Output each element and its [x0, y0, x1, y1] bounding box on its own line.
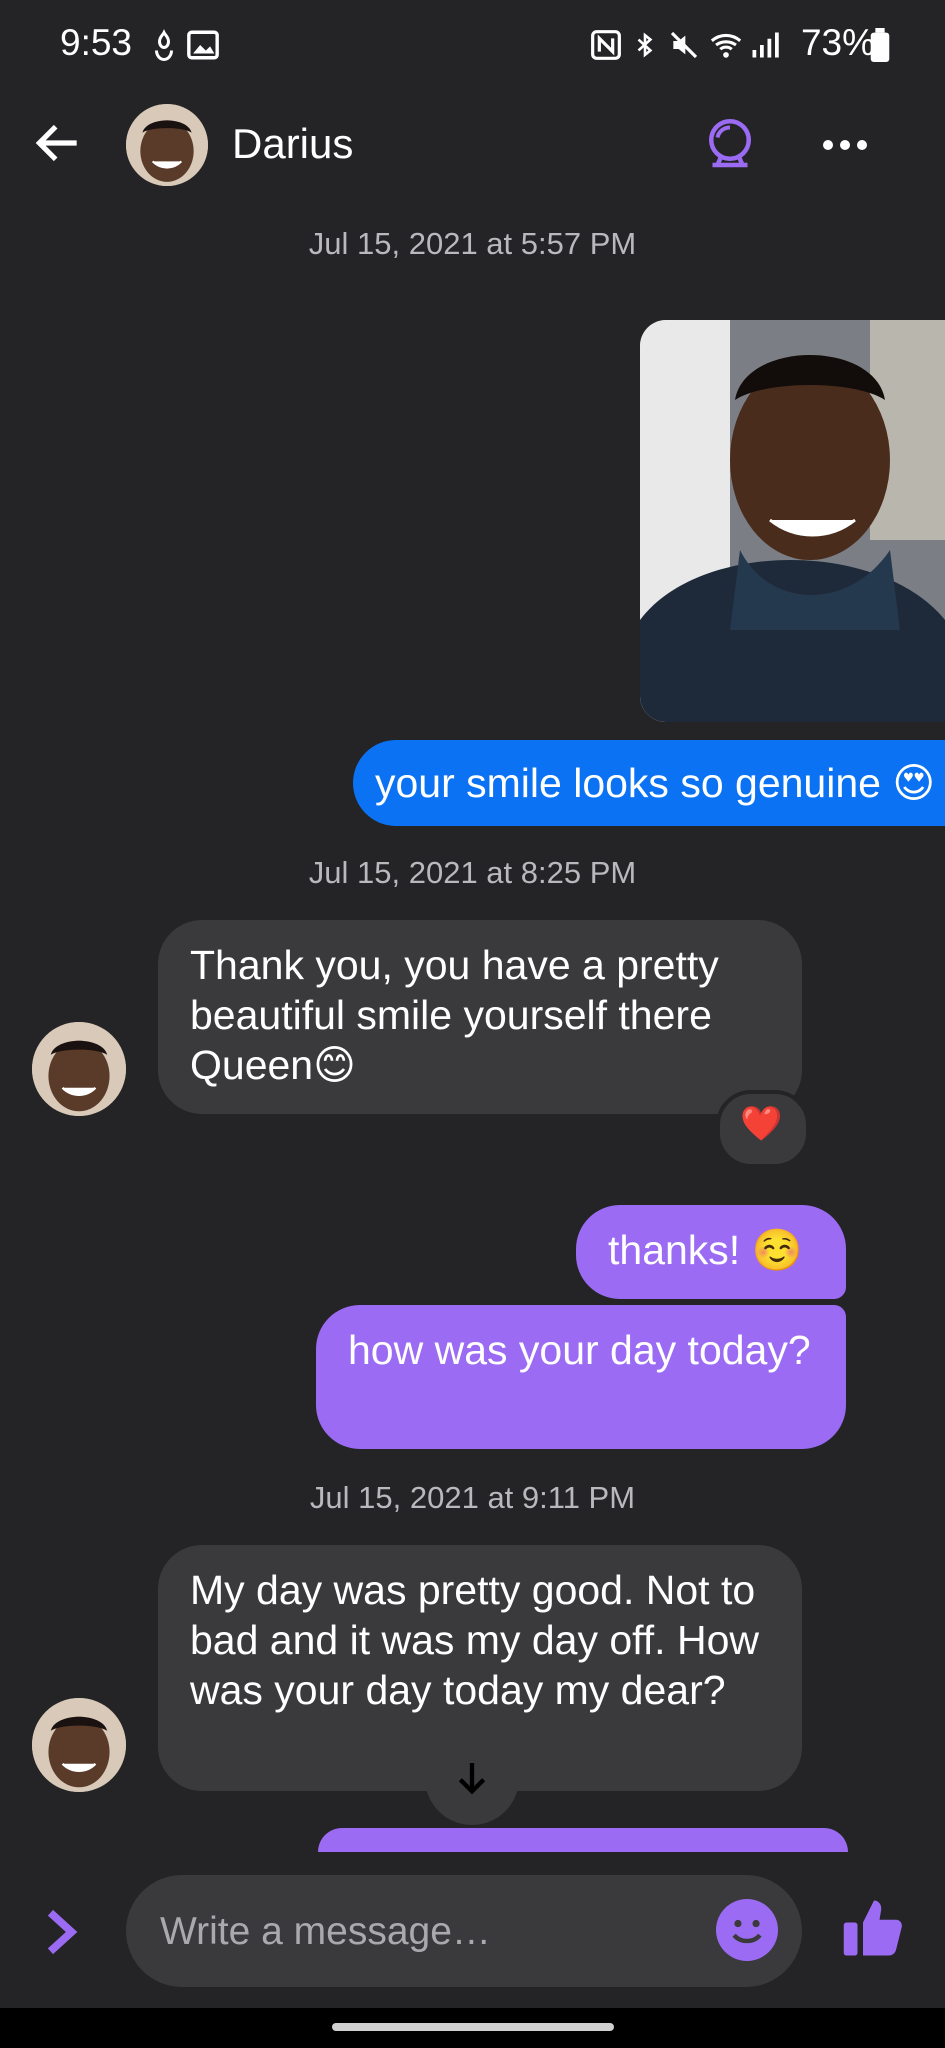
battery-percent: 73%: [800, 22, 875, 63]
sender-avatar[interactable]: [32, 1698, 126, 1792]
message-bubble-outgoing[interactable]: thanks! ☺️: [576, 1205, 846, 1299]
smiley-face: [732, 1919, 762, 1944]
message-bubble-incoming[interactable]: Thank you, you have a pretty beautiful s…: [158, 920, 802, 1114]
thumbs-up-icon[interactable]: [840, 1895, 908, 1961]
conversation-header: Darius: [0, 95, 945, 195]
wifi-icon: [710, 33, 742, 58]
avatar-photo: [32, 1022, 126, 1116]
avatar-photo: [126, 104, 208, 186]
heart-icon: ❤️: [740, 1105, 783, 1143]
arrow-left-icon[interactable]: [30, 115, 86, 171]
message-bubble-outgoing[interactable]: how was your day today?: [316, 1305, 846, 1449]
photo-image: [640, 320, 945, 722]
scroll-to-bottom-button[interactable]: [425, 1731, 519, 1825]
chevron-right-icon[interactable]: [42, 1907, 82, 1957]
contact-avatar[interactable]: [126, 104, 208, 186]
system-nav-bar: [0, 2008, 945, 2048]
smiley-icon[interactable]: [716, 1899, 778, 1961]
camera-icon[interactable]: [700, 115, 760, 175]
gesture-icon: [155, 29, 173, 62]
shared-photo[interactable]: [640, 320, 945, 722]
battery-icon: [870, 28, 890, 62]
message-composer: [0, 1875, 945, 1995]
status-time: 9:53: [60, 22, 133, 63]
arrow-down-icon: [458, 1763, 486, 1795]
sender-avatar[interactable]: [32, 1022, 126, 1116]
nfc-icon: [591, 30, 621, 60]
message-timestamp: Jul 15, 2021 at 5:57 PM: [308, 226, 637, 261]
signal-icon: [752, 32, 779, 58]
home-gesture-bar[interactable]: [332, 2023, 614, 2031]
more-horizontal-icon[interactable]: [820, 137, 870, 153]
message-bubble-partial[interactable]: [318, 1828, 848, 1852]
bluetooth-icon: [637, 32, 653, 58]
reaction-badge[interactable]: ❤️: [716, 1090, 810, 1168]
message-input-container: [126, 1875, 802, 1989]
message-bubble-outgoing[interactable]: your smile looks so genuine 😍: [353, 740, 945, 826]
gallery-icon: [187, 30, 219, 60]
mute-icon: [670, 31, 698, 59]
message-timestamp: Jul 15, 2021 at 9:11 PM: [309, 1480, 636, 1515]
message-input[interactable]: [158, 1875, 702, 1989]
status-bar: 9:53 73%: [0, 0, 945, 90]
message-timestamp: Jul 15, 2021 at 8:25 PM: [308, 855, 637, 890]
contact-name[interactable]: Darius: [232, 120, 353, 168]
avatar-photo: [32, 1698, 126, 1792]
